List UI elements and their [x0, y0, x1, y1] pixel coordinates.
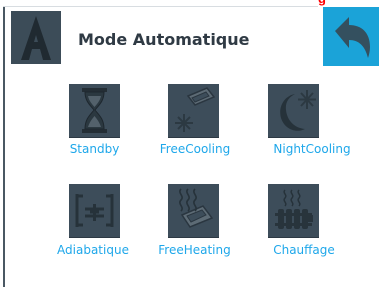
back-button[interactable]: [323, 7, 379, 66]
nightcooling-icon: [268, 84, 319, 137]
standby-mode-button[interactable]: [69, 84, 120, 137]
freecooling-mode-button[interactable]: [168, 84, 219, 137]
freecooling-icon: [168, 84, 219, 137]
heating-radiator-icon: [268, 184, 319, 237]
freecooling-label[interactable]: FreeCooling: [149, 141, 241, 158]
freeheating-label[interactable]: FreeHeating: [146, 242, 243, 259]
chauffage-mode-button[interactable]: [268, 184, 319, 237]
nightcooling-label[interactable]: NightCooling: [263, 141, 361, 158]
nightcooling-mode-button[interactable]: [268, 84, 319, 137]
standby-label[interactable]: Standby: [56, 141, 133, 158]
back-arrow-icon: [331, 13, 373, 59]
freeheating-icon: [168, 184, 219, 237]
adiabatique-label[interactable]: Adiabatique: [35, 242, 151, 259]
hourglass-icon: [69, 84, 120, 137]
freeheating-mode-button[interactable]: [168, 184, 219, 237]
adiabatic-icon: [69, 184, 120, 237]
letter-a-icon: [11, 11, 61, 64]
page-title: Mode Automatique: [78, 30, 250, 49]
chauffage-label[interactable]: Chauffage: [263, 242, 345, 259]
adiabatique-mode-button[interactable]: [69, 184, 120, 237]
red-corner-mark: g: [318, 0, 379, 7]
